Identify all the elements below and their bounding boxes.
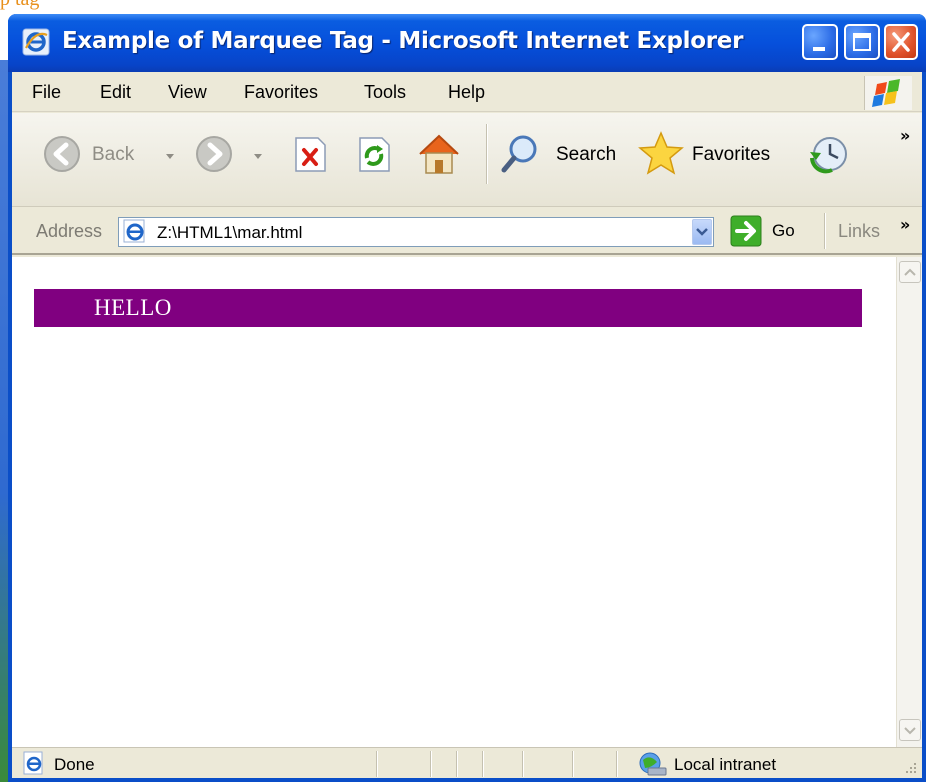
local-intranet-icon — [639, 752, 667, 776]
forward-arrow-icon — [196, 136, 232, 172]
page-done-icon — [23, 751, 43, 775]
resize-grip-icon[interactable] — [904, 761, 918, 775]
minimize-icon — [813, 47, 825, 51]
vertical-scrollbar[interactable] — [896, 257, 922, 747]
back-button[interactable]: Back — [36, 134, 186, 178]
home-button[interactable] — [416, 132, 462, 178]
status-divider — [430, 751, 432, 777]
address-value: Z:\HTML1\mar.html — [157, 223, 303, 242]
refresh-icon — [359, 137, 390, 172]
address-dropdown-button[interactable] — [692, 219, 712, 245]
chevron-down-icon — [696, 228, 708, 236]
scroll-down-button[interactable] — [899, 719, 921, 741]
favorites-star-icon — [638, 131, 684, 175]
status-bar: Done Local intranet — [12, 747, 922, 778]
forward-button[interactable] — [192, 134, 272, 178]
stop-button[interactable] — [292, 134, 332, 178]
search-button[interactable]: Search — [498, 134, 628, 178]
menu-tools[interactable]: Tools — [364, 82, 406, 103]
home-icon — [419, 134, 459, 174]
status-divider — [482, 751, 484, 777]
status-divider — [572, 751, 574, 777]
close-icon — [892, 32, 910, 52]
maximize-button[interactable] — [844, 24, 880, 60]
status-text: Done — [54, 755, 95, 774]
title-bar[interactable]: Example of Marquee Tag - Microsoft Inter… — [8, 14, 926, 72]
status-divider — [376, 751, 378, 777]
address-input[interactable]: Z:\HTML1\mar.html — [118, 217, 714, 247]
window-title: Example of Marquee Tag - Microsoft Inter… — [62, 28, 744, 54]
toolbar-separator — [486, 124, 488, 184]
status-divider — [456, 751, 458, 777]
history-icon — [810, 137, 847, 174]
go-label: Go — [772, 221, 795, 240]
close-button[interactable] — [884, 24, 918, 60]
history-button[interactable] — [808, 132, 852, 176]
maximize-icon — [853, 33, 871, 51]
address-separator — [824, 213, 826, 249]
back-label: Back — [92, 144, 135, 165]
menu-view[interactable]: View — [168, 82, 207, 103]
security-zone-label: Local intranet — [674, 755, 777, 774]
status-divider — [522, 751, 524, 777]
marquee-banner: HELLO — [34, 289, 862, 327]
windows-logo-icon — [864, 76, 912, 110]
go-button[interactable]: Go — [730, 215, 810, 247]
status-divider — [616, 751, 618, 777]
menu-file[interactable]: File — [32, 82, 61, 103]
favorites-label: Favorites — [692, 144, 771, 165]
minimize-button[interactable] — [802, 24, 838, 60]
scroll-up-button[interactable] — [899, 261, 921, 283]
page-ie-icon — [123, 219, 145, 243]
page-content: HELLO — [12, 257, 896, 747]
links-overflow-chevron[interactable]: » — [900, 215, 910, 234]
menu-edit[interactable]: Edit — [100, 82, 131, 103]
toolbar-overflow-chevron[interactable]: » — [900, 126, 910, 145]
menu-favorites[interactable]: Favorites — [244, 82, 318, 103]
menu-help[interactable]: Help — [448, 82, 485, 103]
stop-icon — [295, 137, 326, 172]
desktop-edge — [0, 60, 8, 782]
search-icon — [501, 135, 537, 173]
favorites-button[interactable]: Favorites — [638, 130, 798, 178]
address-label: Address — [36, 221, 103, 241]
forward-dropdown-icon — [254, 154, 262, 159]
marquee-text: HELLO — [94, 295, 172, 320]
address-bar: Address Z:\HTML1\mar.html Go Links » — [12, 207, 922, 255]
back-dropdown-icon — [166, 154, 174, 159]
search-label: Search — [556, 144, 617, 165]
links-label[interactable]: Links — [838, 221, 880, 242]
menu-bar: File Edit View Favorites Tools Help — [12, 72, 922, 112]
back-arrow-icon — [44, 136, 80, 172]
partial-caption: p tag — [0, 0, 39, 14]
chevron-down-icon — [904, 727, 916, 735]
ie-logo-icon — [22, 28, 50, 56]
chevron-up-icon — [904, 268, 916, 276]
browser-window: Example of Marquee Tag - Microsoft Inter… — [8, 14, 926, 782]
go-arrow-icon — [730, 215, 762, 247]
refresh-button[interactable] — [356, 134, 396, 178]
